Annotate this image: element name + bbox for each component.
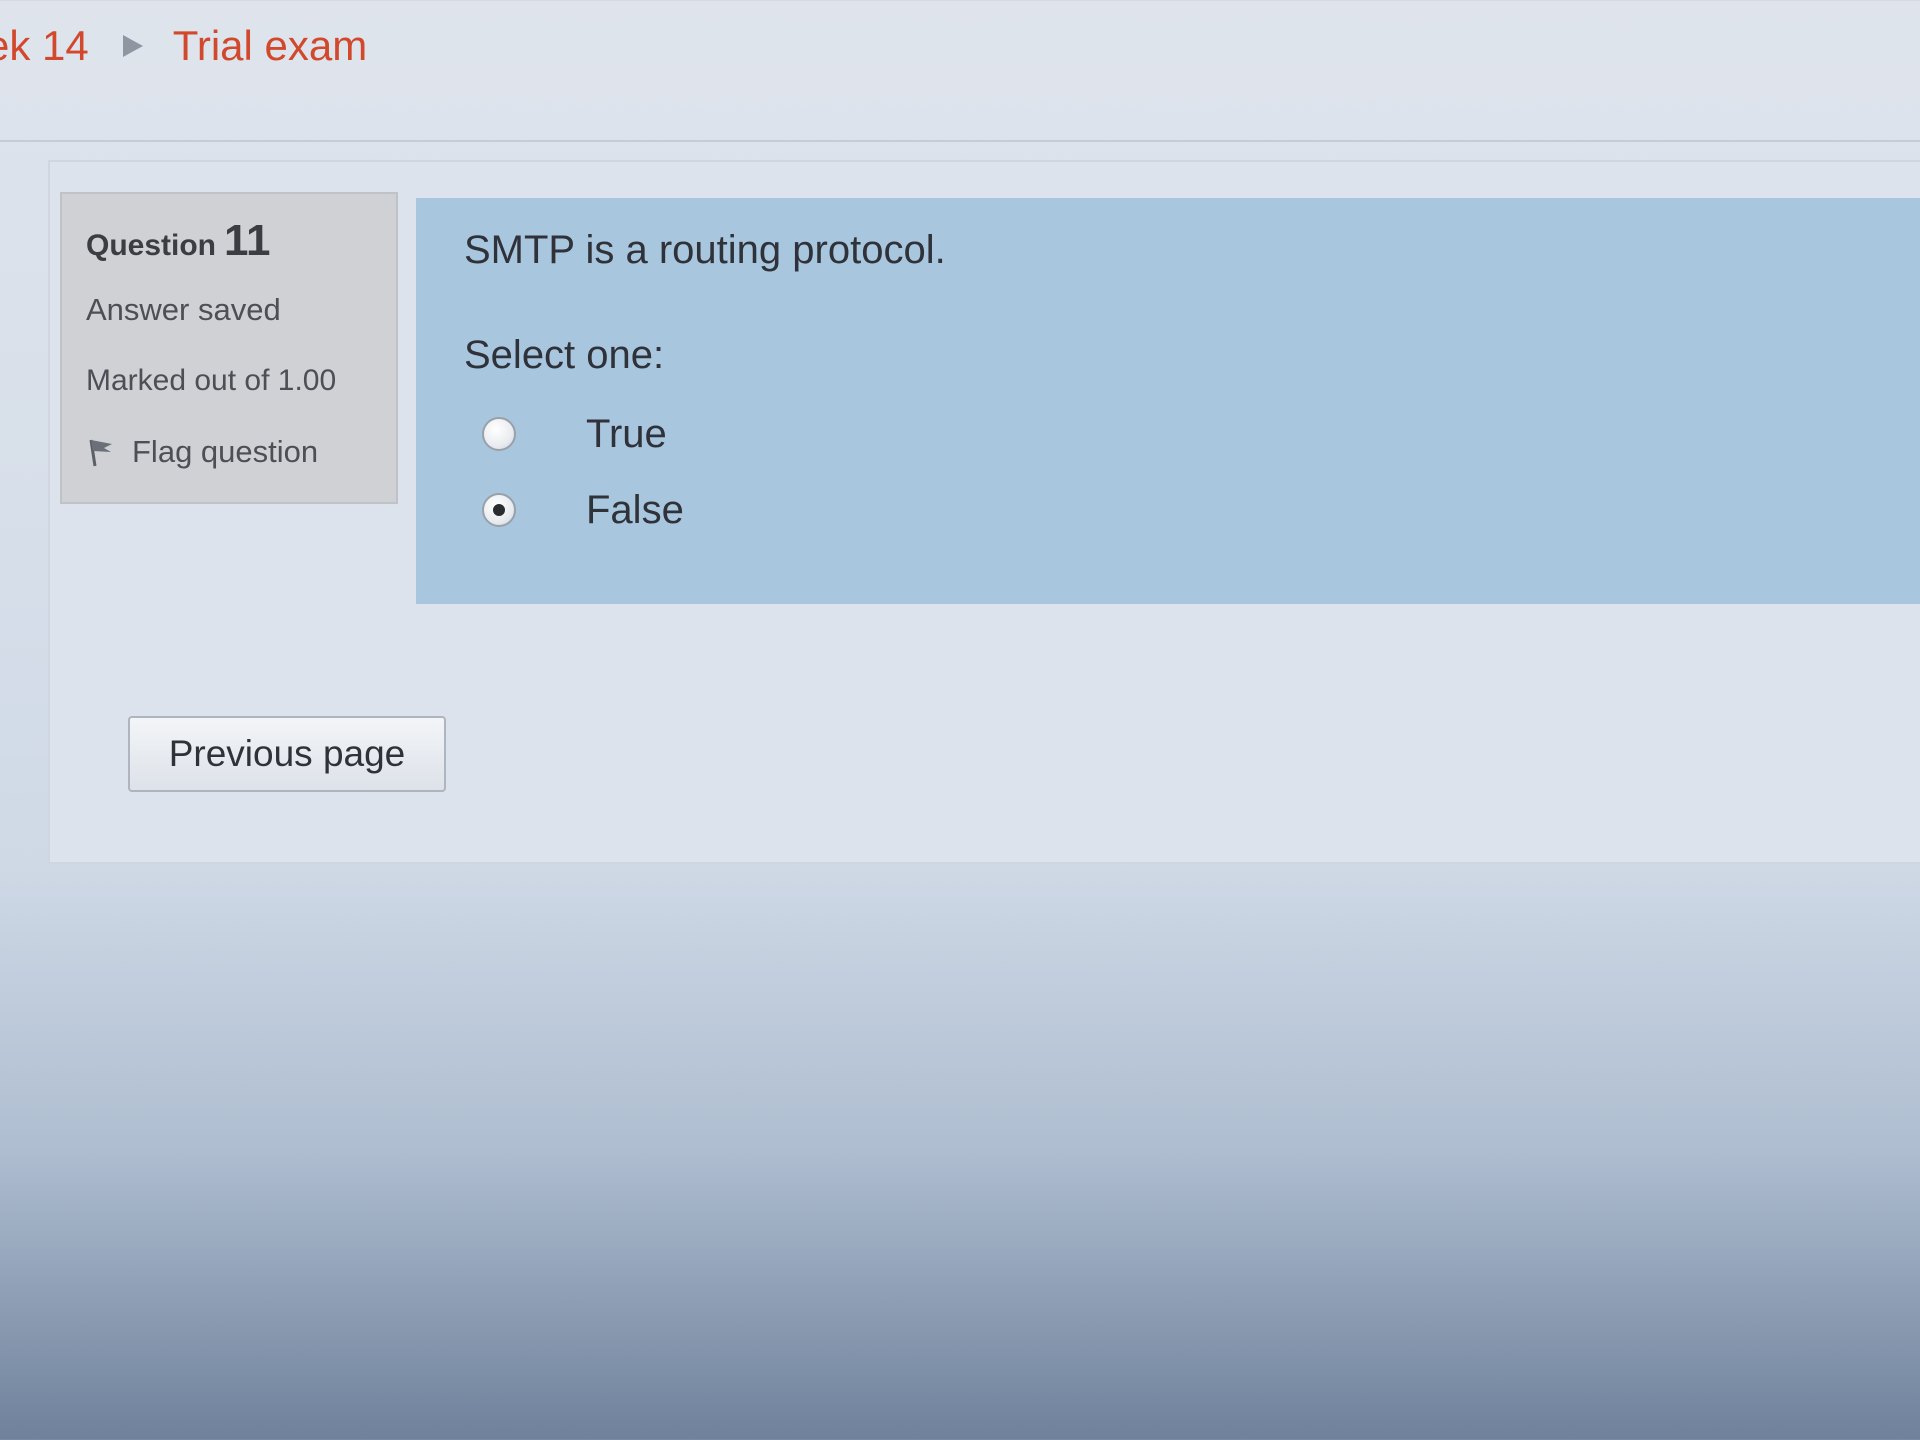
question-content-panel: SMTP is a routing protocol. Select one: …: [416, 198, 1920, 604]
question-heading: Question 11: [86, 216, 372, 266]
flag-question-link[interactable]: Flag question: [86, 434, 372, 470]
question-heading-label: Question: [86, 229, 217, 262]
radio-unchecked-icon[interactable]: [482, 417, 516, 451]
radio-checked-icon[interactable]: [482, 493, 516, 527]
question-info-panel: Question 11 Answer saved Marked out of 1.…: [60, 192, 398, 504]
previous-page-button[interactable]: Previous page: [128, 716, 446, 792]
header-divider: [0, 140, 1920, 142]
question-text: SMTP is a routing protocol.: [464, 228, 946, 272]
breadcrumb: ek 14 Trial exam: [0, 22, 367, 70]
question-number: 11: [224, 216, 271, 265]
breadcrumb-separator-icon: [122, 35, 143, 57]
question-grade: Marked out of 1.00: [86, 364, 337, 397]
breadcrumb-item-course[interactable]: ek 14: [0, 22, 89, 70]
answer-option-label[interactable]: True: [586, 412, 667, 457]
answer-option-label[interactable]: False: [586, 488, 684, 533]
breadcrumb-item-trial-exam[interactable]: Trial exam: [173, 22, 367, 70]
answer-option-false[interactable]: False: [464, 472, 1872, 548]
answer-option-true[interactable]: True: [464, 396, 1872, 472]
flag-question-label: Flag question: [132, 434, 319, 469]
question-state: Answer saved: [86, 292, 281, 327]
answer-prompt: Select one:: [464, 333, 665, 377]
flag-icon: [89, 439, 112, 467]
